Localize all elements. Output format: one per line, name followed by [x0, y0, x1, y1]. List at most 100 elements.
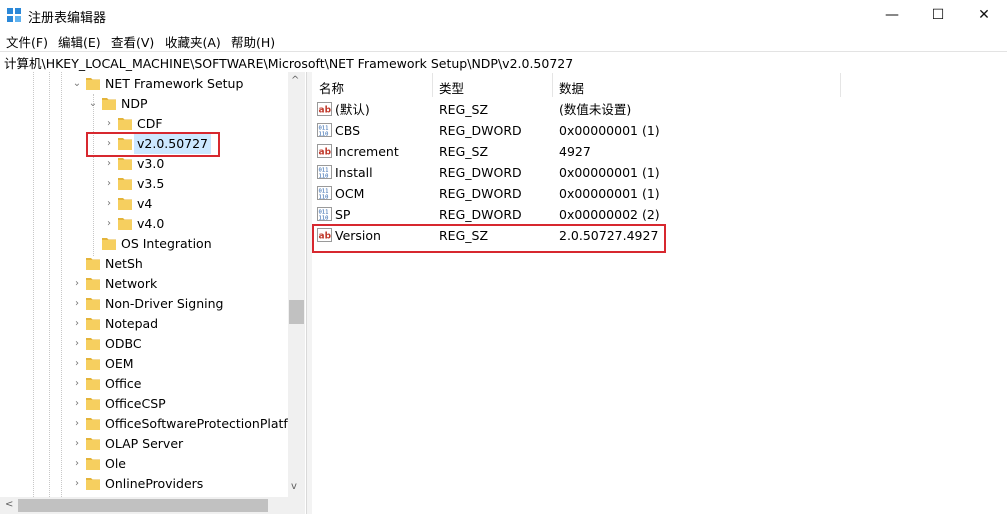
- tree-item-label: Non-Driver Signing: [105, 296, 224, 311]
- chevron-down-icon[interactable]: ⌄: [72, 74, 82, 94]
- close-button[interactable]: ✕: [961, 0, 1007, 30]
- menu-favorites[interactable]: 收藏夹(A): [165, 32, 221, 51]
- folder-icon: [118, 218, 132, 230]
- column-separator[interactable]: [432, 73, 433, 97]
- folder-icon: [86, 438, 100, 450]
- chevron-right-icon[interactable]: ›: [72, 294, 82, 314]
- tree-item-label: v4: [137, 196, 153, 211]
- column-header-type[interactable]: 类型: [439, 78, 464, 97]
- tree-item-label: OEM: [105, 356, 134, 371]
- tree-item[interactable]: › Notepad: [0, 314, 288, 334]
- chevron-right-icon[interactable]: ›: [72, 394, 82, 414]
- value-type: REG_DWORD: [439, 123, 522, 138]
- chevron-right-icon[interactable]: ›: [72, 474, 82, 494]
- chevron-right-icon[interactable]: ›: [72, 414, 82, 434]
- column-separator[interactable]: [552, 73, 553, 97]
- string-value-icon: ab: [317, 102, 332, 116]
- menu-file[interactable]: 文件(F): [6, 32, 48, 51]
- tree-item[interactable]: › OLAP Server: [0, 434, 288, 454]
- svg-text:110: 110: [319, 216, 329, 222]
- annotation-highlight-version: [312, 224, 666, 253]
- tree-item[interactable]: › OfficeSoftwareProtectionPlatfor: [0, 414, 301, 434]
- scroll-up-icon[interactable]: ^: [291, 75, 299, 86]
- minimize-button[interactable]: —: [869, 0, 915, 30]
- tree-item[interactable]: › Network: [0, 274, 288, 294]
- tree-item[interactable]: › v4.0: [0, 214, 288, 234]
- chevron-right-icon[interactable]: ›: [72, 354, 82, 374]
- menu-help[interactable]: 帮助(H): [231, 32, 275, 51]
- tree-item[interactable]: ⌄ NDP: [0, 94, 288, 114]
- binary-value-icon: 011110: [317, 207, 332, 221]
- chevron-right-icon[interactable]: ›: [72, 314, 82, 334]
- svg-text:110: 110: [319, 132, 329, 138]
- value-row[interactable]: 011 110 CBS REG_DWORD 0x00000001 (1): [312, 120, 852, 141]
- regedit-app-icon: [7, 8, 21, 22]
- tree-item[interactable]: › Ole: [0, 454, 288, 474]
- chevron-right-icon[interactable]: ›: [104, 214, 114, 234]
- value-data: 0x00000001 (1): [559, 123, 660, 138]
- tree-vertical-scrollbar[interactable]: [288, 72, 305, 497]
- tree-item[interactable]: › Non-Driver Signing: [0, 294, 288, 314]
- folder-icon: [86, 378, 100, 390]
- value-row[interactable]: ab (默认) REG_SZ (数值未设置): [312, 99, 852, 120]
- tree-item[interactable]: › v3.0: [0, 154, 288, 174]
- chevron-right-icon[interactable]: ›: [72, 334, 82, 354]
- tree-item-label: OnlineProviders: [105, 476, 204, 491]
- tree-vertical-scroll-thumb[interactable]: [289, 300, 304, 324]
- column-header-name[interactable]: 名称: [319, 78, 344, 97]
- scroll-left-icon[interactable]: <: [5, 499, 13, 510]
- tree-item[interactable]: › v3.5: [0, 174, 288, 194]
- tree-item-label: NDP: [121, 96, 148, 111]
- value-row[interactable]: 011 110 SP REG_DWORD 0x00000002 (2): [312, 204, 852, 225]
- value-name: SP: [335, 207, 351, 222]
- maximize-button[interactable]: ☐: [915, 0, 961, 30]
- tree-item-label: CDF: [137, 116, 163, 131]
- chevron-right-icon[interactable]: ›: [104, 114, 114, 134]
- menu-view[interactable]: 查看(V): [111, 32, 154, 51]
- tree-item[interactable]: ⌄ NET Framework Setup: [0, 74, 288, 94]
- tree-item[interactable]: › ODBC: [0, 334, 288, 354]
- value-type: REG_DWORD: [439, 207, 522, 222]
- folder-icon: [86, 338, 100, 350]
- tree-item-label: Ole: [105, 456, 127, 471]
- menu-edit[interactable]: 编辑(E): [58, 32, 101, 51]
- value-data: (数值未设置): [559, 102, 632, 117]
- value-type: REG_SZ: [439, 144, 489, 159]
- column-header-data[interactable]: 数据: [559, 78, 584, 97]
- value-type: REG_DWORD: [439, 165, 522, 180]
- column-separator[interactable]: [840, 73, 841, 97]
- tree-item[interactable]: › OEM: [0, 354, 288, 374]
- tree-item[interactable]: › CDF: [0, 114, 288, 134]
- value-data: 0x00000002 (2): [559, 207, 660, 222]
- chevron-right-icon[interactable]: ›: [72, 434, 82, 454]
- folder-icon: [86, 418, 100, 430]
- tree-item-label: OLAP Server: [105, 436, 184, 451]
- binary-value-icon: 011110: [317, 165, 332, 179]
- chevron-right-icon[interactable]: ›: [72, 454, 82, 474]
- folder-icon: [118, 158, 132, 170]
- chevron-right-icon[interactable]: ›: [72, 274, 82, 294]
- chevron-right-icon[interactable]: ›: [72, 374, 82, 394]
- tree-item[interactable]: › OnlineProviders: [0, 474, 288, 494]
- address-path[interactable]: 计算机\HKEY_LOCAL_MACHINE\SOFTWARE\Microsof…: [4, 53, 573, 72]
- tree-item[interactable]: › OfficeCSP: [0, 394, 288, 414]
- chevron-down-icon[interactable]: ⌄: [88, 94, 98, 114]
- chevron-right-icon[interactable]: [88, 234, 98, 254]
- value-row[interactable]: 011 110 OCM REG_DWORD 0x00000001 (1): [312, 183, 852, 204]
- window-title: 注册表编辑器: [28, 11, 107, 26]
- chevron-right-icon[interactable]: ›: [104, 154, 114, 174]
- tree-item[interactable]: › v4: [0, 194, 288, 214]
- chevron-right-icon[interactable]: [72, 254, 82, 274]
- tree-horizontal-scroll-thumb[interactable]: [18, 499, 268, 512]
- folder-icon: [102, 98, 116, 110]
- folder-icon: [86, 398, 100, 410]
- tree-item[interactable]: OS Integration: [0, 234, 288, 254]
- value-row[interactable]: 011 110 Install REG_DWORD 0x00000001 (1): [312, 162, 852, 183]
- chevron-right-icon[interactable]: ›: [104, 194, 114, 214]
- value-row[interactable]: ab Increment REG_SZ 4927: [312, 141, 852, 162]
- tree-item[interactable]: › Office: [0, 374, 288, 394]
- tree-item[interactable]: NetSh: [0, 254, 288, 274]
- chevron-right-icon[interactable]: ›: [104, 174, 114, 194]
- scroll-down-icon[interactable]: v: [291, 481, 297, 492]
- folder-icon: [86, 358, 100, 370]
